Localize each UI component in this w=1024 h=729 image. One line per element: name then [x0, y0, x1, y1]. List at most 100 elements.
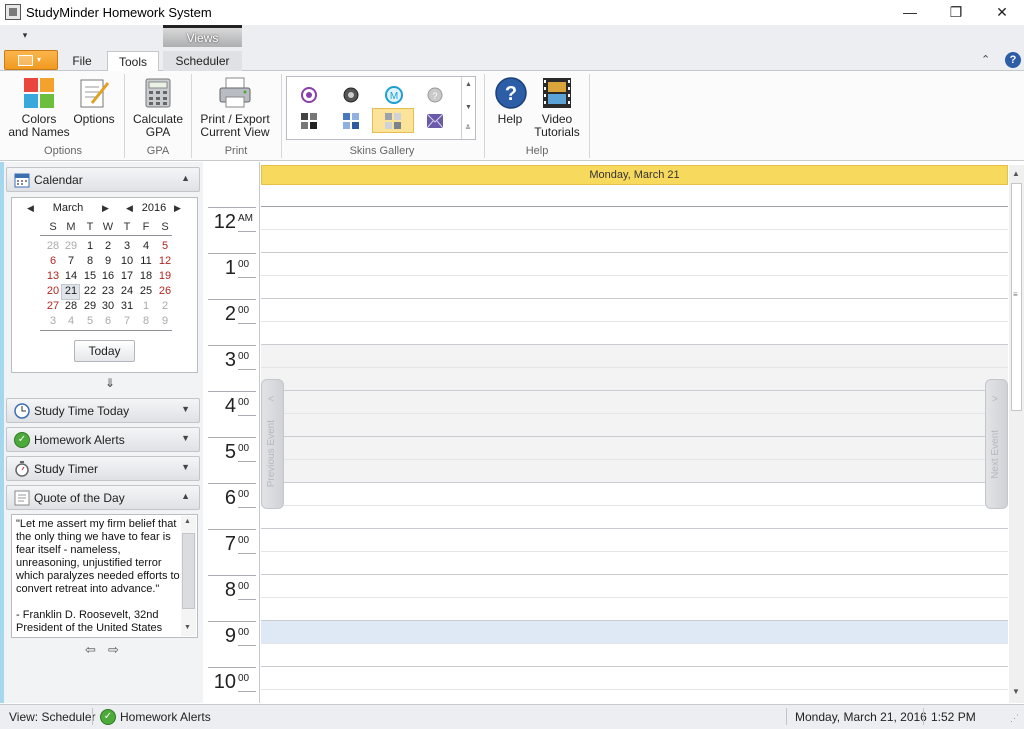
today-button[interactable]: Today — [74, 340, 135, 362]
calendar-day[interactable]: 4 — [137, 240, 155, 252]
calendar-day[interactable]: 29 — [62, 240, 80, 252]
calendar-panel-header[interactable]: Calendar ▲ — [6, 167, 200, 192]
calendar-day[interactable]: 7 — [62, 255, 80, 267]
restore-button[interactable]: ❐ — [933, 0, 979, 25]
study-time-today-header[interactable]: Study Time Today ▼ — [6, 398, 200, 423]
homework-alerts-header[interactable]: ✓ Homework Alerts ▼ — [6, 427, 200, 452]
skin-blue-grid-icon[interactable] — [343, 113, 359, 129]
time-slot[interactable] — [261, 483, 1008, 506]
calendar-day[interactable]: 6 — [99, 315, 117, 327]
calendar-day[interactable]: 20 — [44, 285, 62, 297]
calendar-day[interactable]: 19 — [156, 270, 174, 282]
prev-quote-button[interactable]: ⇦ — [85, 642, 96, 658]
time-slot[interactable] — [261, 345, 1008, 368]
minimize-button[interactable]: — — [887, 0, 933, 25]
time-slot[interactable] — [261, 230, 1008, 253]
options-button[interactable]: Options — [72, 76, 116, 142]
time-slot[interactable] — [261, 667, 1008, 690]
time-slot[interactable] — [261, 299, 1008, 322]
calendar-day[interactable]: 16 — [99, 270, 117, 282]
calendar-day[interactable]: 31 — [118, 300, 136, 312]
next-quote-button[interactable]: ⇨ — [108, 642, 119, 658]
gallery-down-icon[interactable]: ▼ — [465, 104, 472, 111]
time-slot[interactable] — [261, 598, 1008, 621]
time-slot[interactable] — [261, 506, 1008, 529]
gallery-up-icon[interactable]: ▲ — [465, 81, 472, 88]
scroll-up-icon[interactable]: ▲ — [184, 518, 191, 525]
previous-event-button[interactable]: < Previous Event — [261, 379, 284, 509]
print-export-button[interactable]: Print / Export Current View — [198, 76, 272, 142]
calendar-day[interactable]: 2 — [156, 300, 174, 312]
quote-scroll-thumb[interactable] — [182, 533, 195, 609]
next-event-button[interactable]: > Next Event — [985, 379, 1008, 509]
tab-tools[interactable]: Tools — [107, 51, 159, 72]
calendar-day[interactable]: 30 — [99, 300, 117, 312]
gallery-scrollbar[interactable]: ▲ ▼ ≚ — [461, 77, 475, 139]
scroll-up-icon[interactable]: ▲ — [1012, 169, 1020, 178]
all-day-area[interactable] — [261, 185, 1008, 207]
close-button[interactable]: ✕ — [979, 0, 1024, 25]
calculate-gpa-button[interactable]: Calculate GPA — [131, 76, 185, 142]
help-icon[interactable]: ? — [1005, 52, 1021, 68]
calendar-day[interactable]: 1 — [81, 240, 99, 252]
time-slot[interactable] — [261, 460, 1008, 483]
time-slot[interactable] — [261, 621, 1008, 644]
calendar-day[interactable]: 17 — [118, 270, 136, 282]
calendar-day[interactable]: 25 — [137, 285, 155, 297]
calendar-day[interactable]: 7 — [118, 315, 136, 327]
calendar-day[interactable]: 8 — [81, 255, 99, 267]
time-slot[interactable] — [261, 368, 1008, 391]
time-slot[interactable] — [261, 644, 1008, 667]
calendar-day[interactable]: 27 — [44, 300, 62, 312]
scroll-down-icon[interactable]: ▼ — [184, 624, 191, 631]
quote-of-the-day-header[interactable]: Quote of the Day ▲ — [6, 485, 200, 510]
calendar-day[interactable]: 29 — [81, 300, 99, 312]
calendar-day[interactable]: 26 — [156, 285, 174, 297]
calendar-day[interactable]: 6 — [44, 255, 62, 267]
customize-qat-button[interactable]: ▾ — [18, 28, 32, 42]
calendar-day[interactable]: 28 — [44, 240, 62, 252]
skin-gray-icon[interactable]: ? — [426, 86, 444, 104]
video-tutorials-button[interactable]: Video Tutorials — [534, 76, 580, 142]
calendar-day[interactable]: 9 — [156, 315, 174, 327]
time-slot[interactable] — [261, 207, 1008, 230]
quote-scrollbar[interactable]: ▲ ▼ — [181, 516, 196, 636]
time-slot[interactable] — [261, 529, 1008, 552]
calendar-day[interactable]: 5 — [156, 240, 174, 252]
scheduler-scrollbar[interactable]: ▲ ≡ ▼ — [1009, 165, 1024, 703]
skin-black-grid-icon[interactable] — [301, 113, 317, 129]
calendar-day[interactable]: 11 — [137, 255, 155, 267]
calendar-day[interactable]: 4 — [62, 315, 80, 327]
next-year-button[interactable]: ▶ — [174, 203, 181, 214]
prev-year-button[interactable]: ◀ — [126, 203, 133, 214]
calendar-day[interactable]: 23 — [99, 285, 117, 297]
calendar-day[interactable]: 28 — [62, 300, 80, 312]
help-button[interactable]: ? Help — [490, 76, 530, 142]
calendar-day[interactable]: 3 — [44, 315, 62, 327]
time-slot[interactable] — [261, 391, 1008, 414]
next-month-button[interactable]: ▶ — [102, 203, 109, 214]
time-slot[interactable] — [261, 414, 1008, 437]
tab-file[interactable]: File — [62, 51, 102, 72]
collapse-ribbon-button[interactable]: ⌃ — [981, 53, 990, 66]
calendar-day[interactable]: 10 — [118, 255, 136, 267]
calendar-day[interactable]: 14 — [62, 270, 80, 282]
time-slot[interactable] — [261, 322, 1008, 345]
app-icon[interactable] — [5, 4, 21, 20]
skin-silver-grid-icon[interactable] — [385, 113, 401, 129]
calendar-day[interactable]: 15 — [81, 270, 99, 282]
colors-and-names-button[interactable]: Colors and Names — [8, 76, 70, 142]
scroll-down-icon[interactable]: ▼ — [1012, 687, 1020, 696]
time-slot[interactable] — [261, 552, 1008, 575]
time-slot[interactable] — [261, 437, 1008, 460]
day-header[interactable]: Monday, March 21 — [261, 165, 1008, 185]
skin-envelope-icon[interactable] — [427, 113, 443, 129]
gallery-more-icon[interactable]: ≚ — [465, 124, 471, 132]
calendar-day[interactable]: 9 — [99, 255, 117, 267]
expand-down-icon[interactable]: ⇓ — [105, 376, 115, 390]
calendar-day[interactable]: 3 — [118, 240, 136, 252]
prev-month-button[interactable]: ◀ — [27, 203, 34, 214]
tab-scheduler[interactable]: Scheduler — [163, 51, 242, 72]
skin-purple-icon[interactable] — [300, 86, 318, 104]
calendar-day[interactable]: 24 — [118, 285, 136, 297]
